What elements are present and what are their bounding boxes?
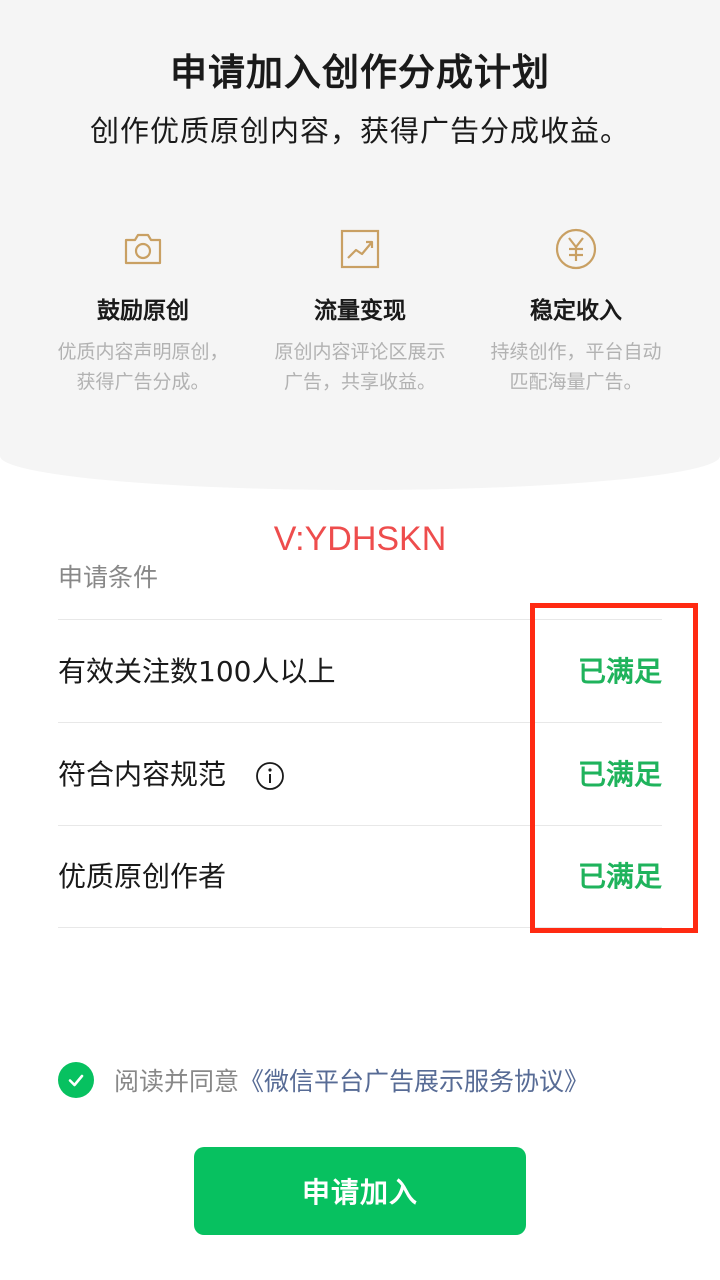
page-title: 申请加入创作分成计划: [170, 51, 550, 94]
agreement-checkbox[interactable]: [58, 1062, 94, 1098]
feature-desc-line: 匹配海量广告。: [509, 371, 643, 393]
feature-desc: 原创内容评论区展示 广告，共享收益。: [250, 337, 470, 397]
highlight-box: [530, 603, 698, 933]
watermark-text: V:YDHSKN: [273, 520, 447, 558]
check-icon: [68, 1074, 84, 1087]
page-subtitle: 创作优质原创内容，获得广告分成收益。: [89, 114, 630, 148]
feature-title: 流量变现: [314, 298, 406, 324]
info-icon[interactable]: [255, 761, 285, 791]
feature-desc-line: 获得广告分成。: [76, 371, 210, 393]
feature-desc-line: 广告，共享收益。: [283, 371, 436, 393]
feature-title: 鼓励原创: [97, 298, 189, 324]
agreement-row[interactable]: 阅读并同意 《微信平台广告展示服务协议》: [58, 1060, 589, 1100]
agreement-link[interactable]: 《微信平台广告展示服务协议》: [239, 1062, 589, 1098]
feature-traffic-monetize: 流量变现 原创内容评论区展示 广告，共享收益。: [250, 225, 470, 397]
apply-join-button[interactable]: 申请加入: [194, 1147, 526, 1235]
condition-content-rules-label: 符合内容规范: [58, 758, 227, 791]
condition-content-rules-row: 符合内容规范: [58, 753, 285, 793]
agreement-prefix: 阅读并同意: [114, 1067, 240, 1096]
condition-followers-label: 有效关注数100人以上: [58, 655, 336, 688]
feature-desc: 优质内容声明原创， 获得广告分成。: [33, 337, 253, 397]
feature-desc-line: 持续创作，平台自动: [490, 341, 662, 363]
condition-original-author-label: 优质原创作者: [58, 860, 227, 893]
feature-stable-income: 稳定收入 持续创作，平台自动 匹配海量广告。: [466, 225, 686, 397]
trend-chart-icon: [340, 229, 380, 269]
conditions-section-label: 申请条件: [58, 563, 159, 592]
feature-desc-line: 原创内容评论区展示: [274, 341, 446, 363]
feature-desc-line: 优质内容声明原创，: [57, 341, 229, 363]
feature-encourage-original: 鼓励原创 优质内容声明原创， 获得广告分成。: [33, 225, 253, 397]
camera-icon: [124, 233, 162, 265]
yuan-icon: [555, 228, 597, 270]
feature-title: 稳定收入: [530, 298, 622, 324]
feature-desc: 持续创作，平台自动 匹配海量广告。: [466, 337, 686, 397]
